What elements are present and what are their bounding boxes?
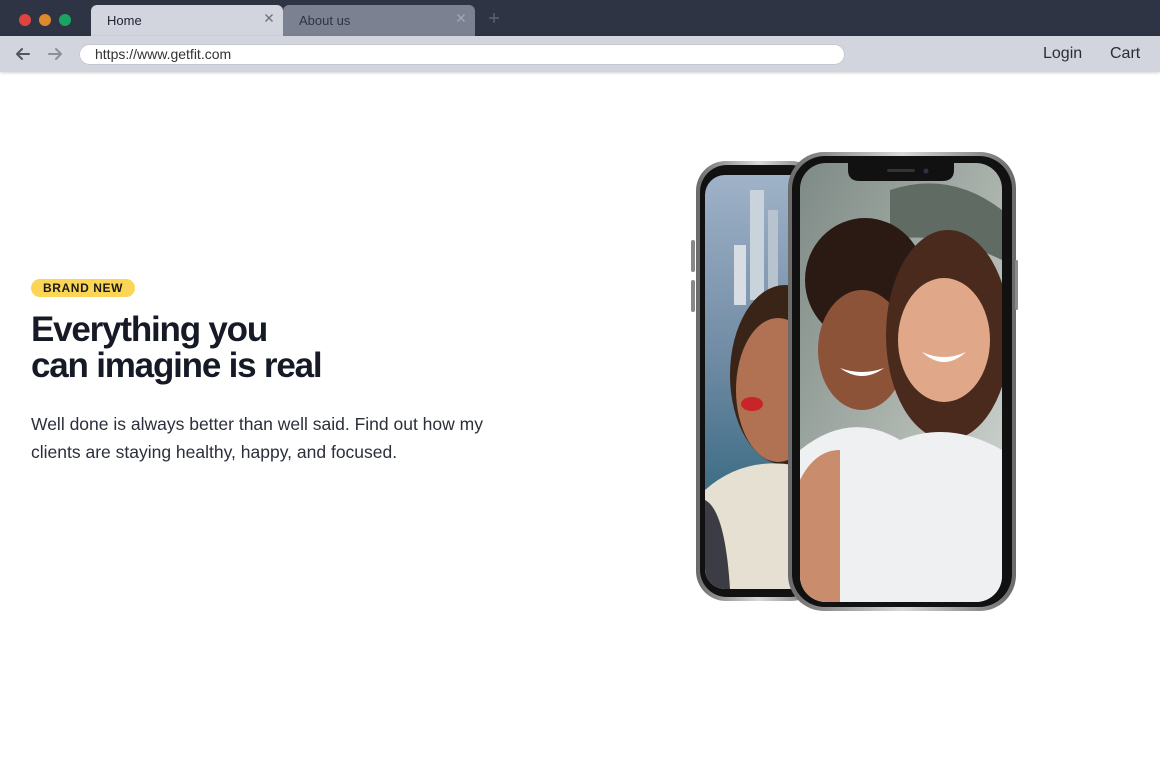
login-link[interactable]: Login xyxy=(1043,45,1082,63)
hero-description: Well done is always better than well sai… xyxy=(31,414,483,462)
close-icon[interactable] xyxy=(455,12,467,24)
tab-label: About us xyxy=(299,13,351,28)
close-icon[interactable] xyxy=(263,12,275,24)
hero-phones-image xyxy=(691,152,1018,611)
tab-label: Home xyxy=(107,13,142,28)
hero-headline: Everything you can imagine is real xyxy=(31,312,451,384)
window-zoom-button[interactable] xyxy=(59,14,71,26)
window-minimize-button[interactable] xyxy=(39,14,51,26)
arrow-left-icon[interactable] xyxy=(14,45,32,63)
tab-about-us[interactable]: About us xyxy=(283,5,475,36)
headline-line-2: can imagine is real xyxy=(31,346,323,385)
address-bar[interactable]: https://www.getfit.com xyxy=(79,44,845,65)
plus-icon[interactable] xyxy=(486,10,502,26)
headline-line-1: Everything you xyxy=(31,310,268,349)
cart-link[interactable]: Cart xyxy=(1110,45,1140,63)
window-close-button[interactable] xyxy=(19,14,31,26)
browser-toolbar: https://www.getfit.com Login Cart xyxy=(0,36,1160,72)
tab-home[interactable]: Home xyxy=(91,5,283,36)
arrow-right-icon[interactable] xyxy=(46,45,64,63)
browser-titlebar: Home About us xyxy=(0,0,1160,36)
brand-new-badge: BRAND NEW xyxy=(31,279,136,297)
